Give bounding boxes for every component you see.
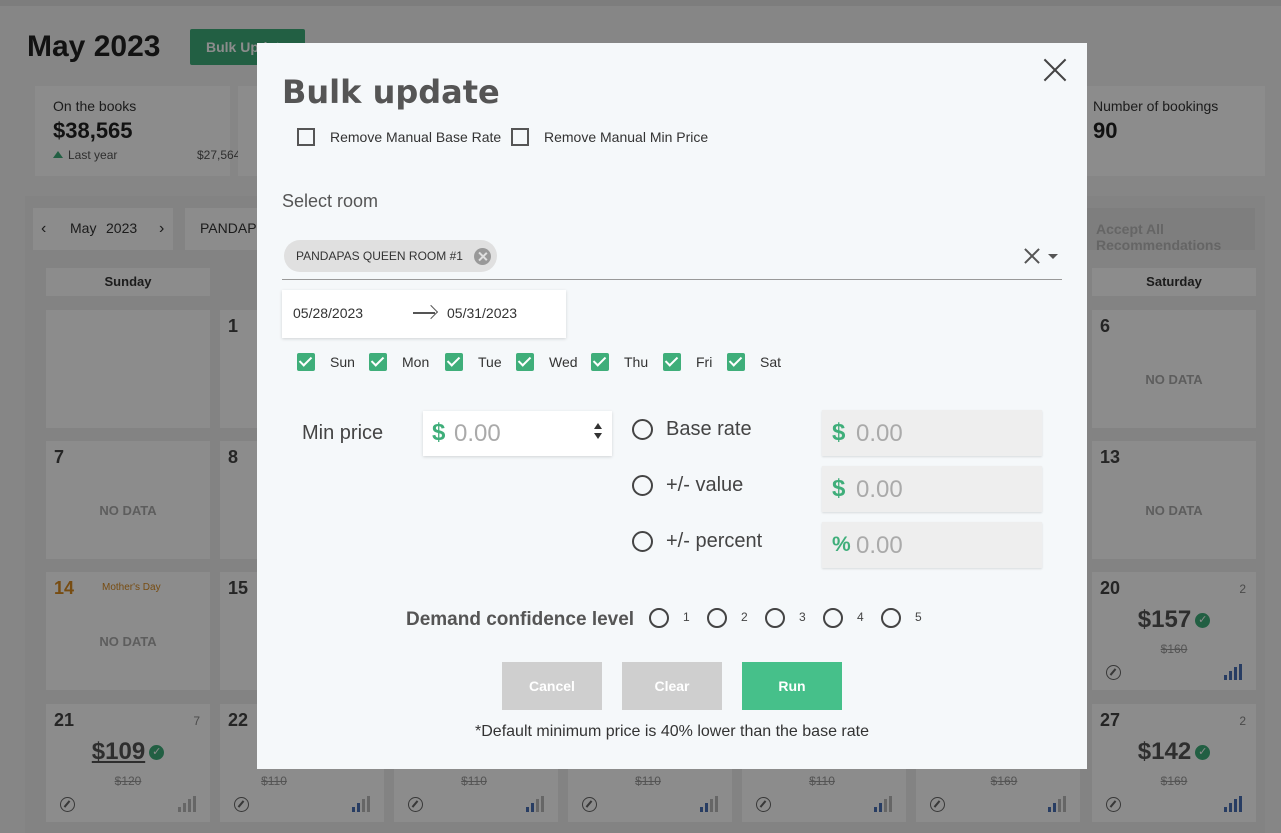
day-label: Sat (760, 354, 782, 370)
dollar-icon: $ (832, 475, 846, 502)
demand-confidence-label: Demand confidence level (406, 609, 635, 630)
run-button[interactable]: Run (742, 662, 842, 710)
level-label: 1 (683, 610, 690, 624)
day-label: Tue (478, 354, 502, 370)
day-label: Mon (402, 354, 430, 370)
plus-minus-value-label: +/- value (666, 474, 744, 496)
checkbox-icon[interactable] (297, 128, 315, 146)
base-rate-label: Base rate (666, 418, 752, 440)
day-label: Sun (330, 354, 355, 370)
day-checkbox-sun[interactable] (297, 353, 315, 371)
dollar-icon: $ (432, 419, 446, 446)
plus-minus-percent-label: +/- percent (666, 530, 763, 552)
day-label: Fri (696, 354, 713, 370)
min-price-input[interactable]: $ 0.00 (423, 411, 612, 456)
base-rate-input[interactable]: $ 0.00 (822, 410, 1042, 456)
demand-level-radio-5[interactable] (881, 608, 901, 628)
day-label: Wed (549, 354, 578, 370)
plus-minus-value-input[interactable]: $ 0.00 (822, 466, 1042, 512)
clear-button[interactable]: Clear (622, 662, 722, 710)
clear-selection-icon[interactable] (1022, 246, 1042, 266)
date-to[interactable]: 05/31/2023 (447, 305, 517, 321)
day-label: Thu (624, 354, 649, 370)
demand-level-radio-3[interactable] (765, 608, 785, 628)
level-label: 2 (741, 610, 748, 624)
cancel-button[interactable]: Cancel (502, 662, 602, 710)
radio-base-rate[interactable] (632, 419, 653, 440)
day-checkbox-wed[interactable] (516, 353, 534, 371)
stepper-up-icon[interactable] (594, 423, 602, 429)
close-icon[interactable] (1042, 57, 1068, 83)
level-label: 4 (857, 610, 864, 624)
date-range-picker[interactable]: 05/28/2023 05/31/2023 (282, 290, 566, 338)
selected-room-chip: PANDAPAS QUEEN ROOM #1 (284, 240, 497, 272)
base-rate-value[interactable]: 0.00 (856, 420, 903, 448)
demand-level-radio-1[interactable] (649, 608, 669, 628)
day-checkbox-mon[interactable] (369, 353, 387, 371)
min-price-label: Min price (302, 422, 384, 444)
day-checkbox-sat[interactable] (727, 353, 745, 371)
remove-manual-min-price-checkbox[interactable]: Remove Manual Min Price (511, 128, 731, 148)
plus-minus-value-value[interactable]: 0.00 (856, 476, 903, 504)
remove-chip-icon[interactable] (473, 248, 491, 265)
level-label: 5 (915, 610, 922, 624)
plus-minus-percent-input[interactable]: % 0.00 (822, 522, 1042, 568)
dialog-title: Bulk update (282, 73, 500, 111)
remove-manual-base-rate-checkbox[interactable]: Remove Manual Base Rate (297, 128, 517, 148)
demand-level-radio-4[interactable] (823, 608, 843, 628)
footnote: *Default minimum price is 40% lower than… (475, 723, 869, 740)
min-price-value[interactable]: 0.00 (454, 420, 501, 448)
dollar-icon: $ (832, 419, 846, 446)
checkbox-label: Remove Manual Min Price (544, 129, 709, 145)
plus-minus-percent-value[interactable]: 0.00 (856, 532, 903, 560)
bulk-update-dialog: Bulk update Remove Manual Base Rate Remo… (257, 43, 1087, 769)
demand-level-radio-2[interactable] (707, 608, 727, 628)
room-select[interactable]: PANDAPAS QUEEN ROOM #1 (282, 236, 1062, 280)
percent-icon: % (832, 533, 851, 556)
checkbox-icon[interactable] (511, 128, 529, 146)
dropdown-caret-icon[interactable] (1048, 254, 1058, 259)
day-checkbox-tue[interactable] (445, 353, 463, 371)
level-label: 3 (799, 610, 806, 624)
date-from[interactable]: 05/28/2023 (293, 305, 363, 321)
checkbox-label: Remove Manual Base Rate (330, 129, 502, 145)
day-checkbox-fri[interactable] (663, 353, 681, 371)
arrow-right-icon (413, 312, 435, 314)
stepper-down-icon[interactable] (594, 433, 602, 439)
radio-plus-minus-percent[interactable] (632, 531, 653, 552)
day-checkbox-thu[interactable] (591, 353, 609, 371)
chip-label: PANDAPAS QUEEN ROOM #1 (296, 249, 463, 263)
radio-plus-minus-value[interactable] (632, 475, 653, 496)
select-room-label: Select room (282, 191, 379, 211)
